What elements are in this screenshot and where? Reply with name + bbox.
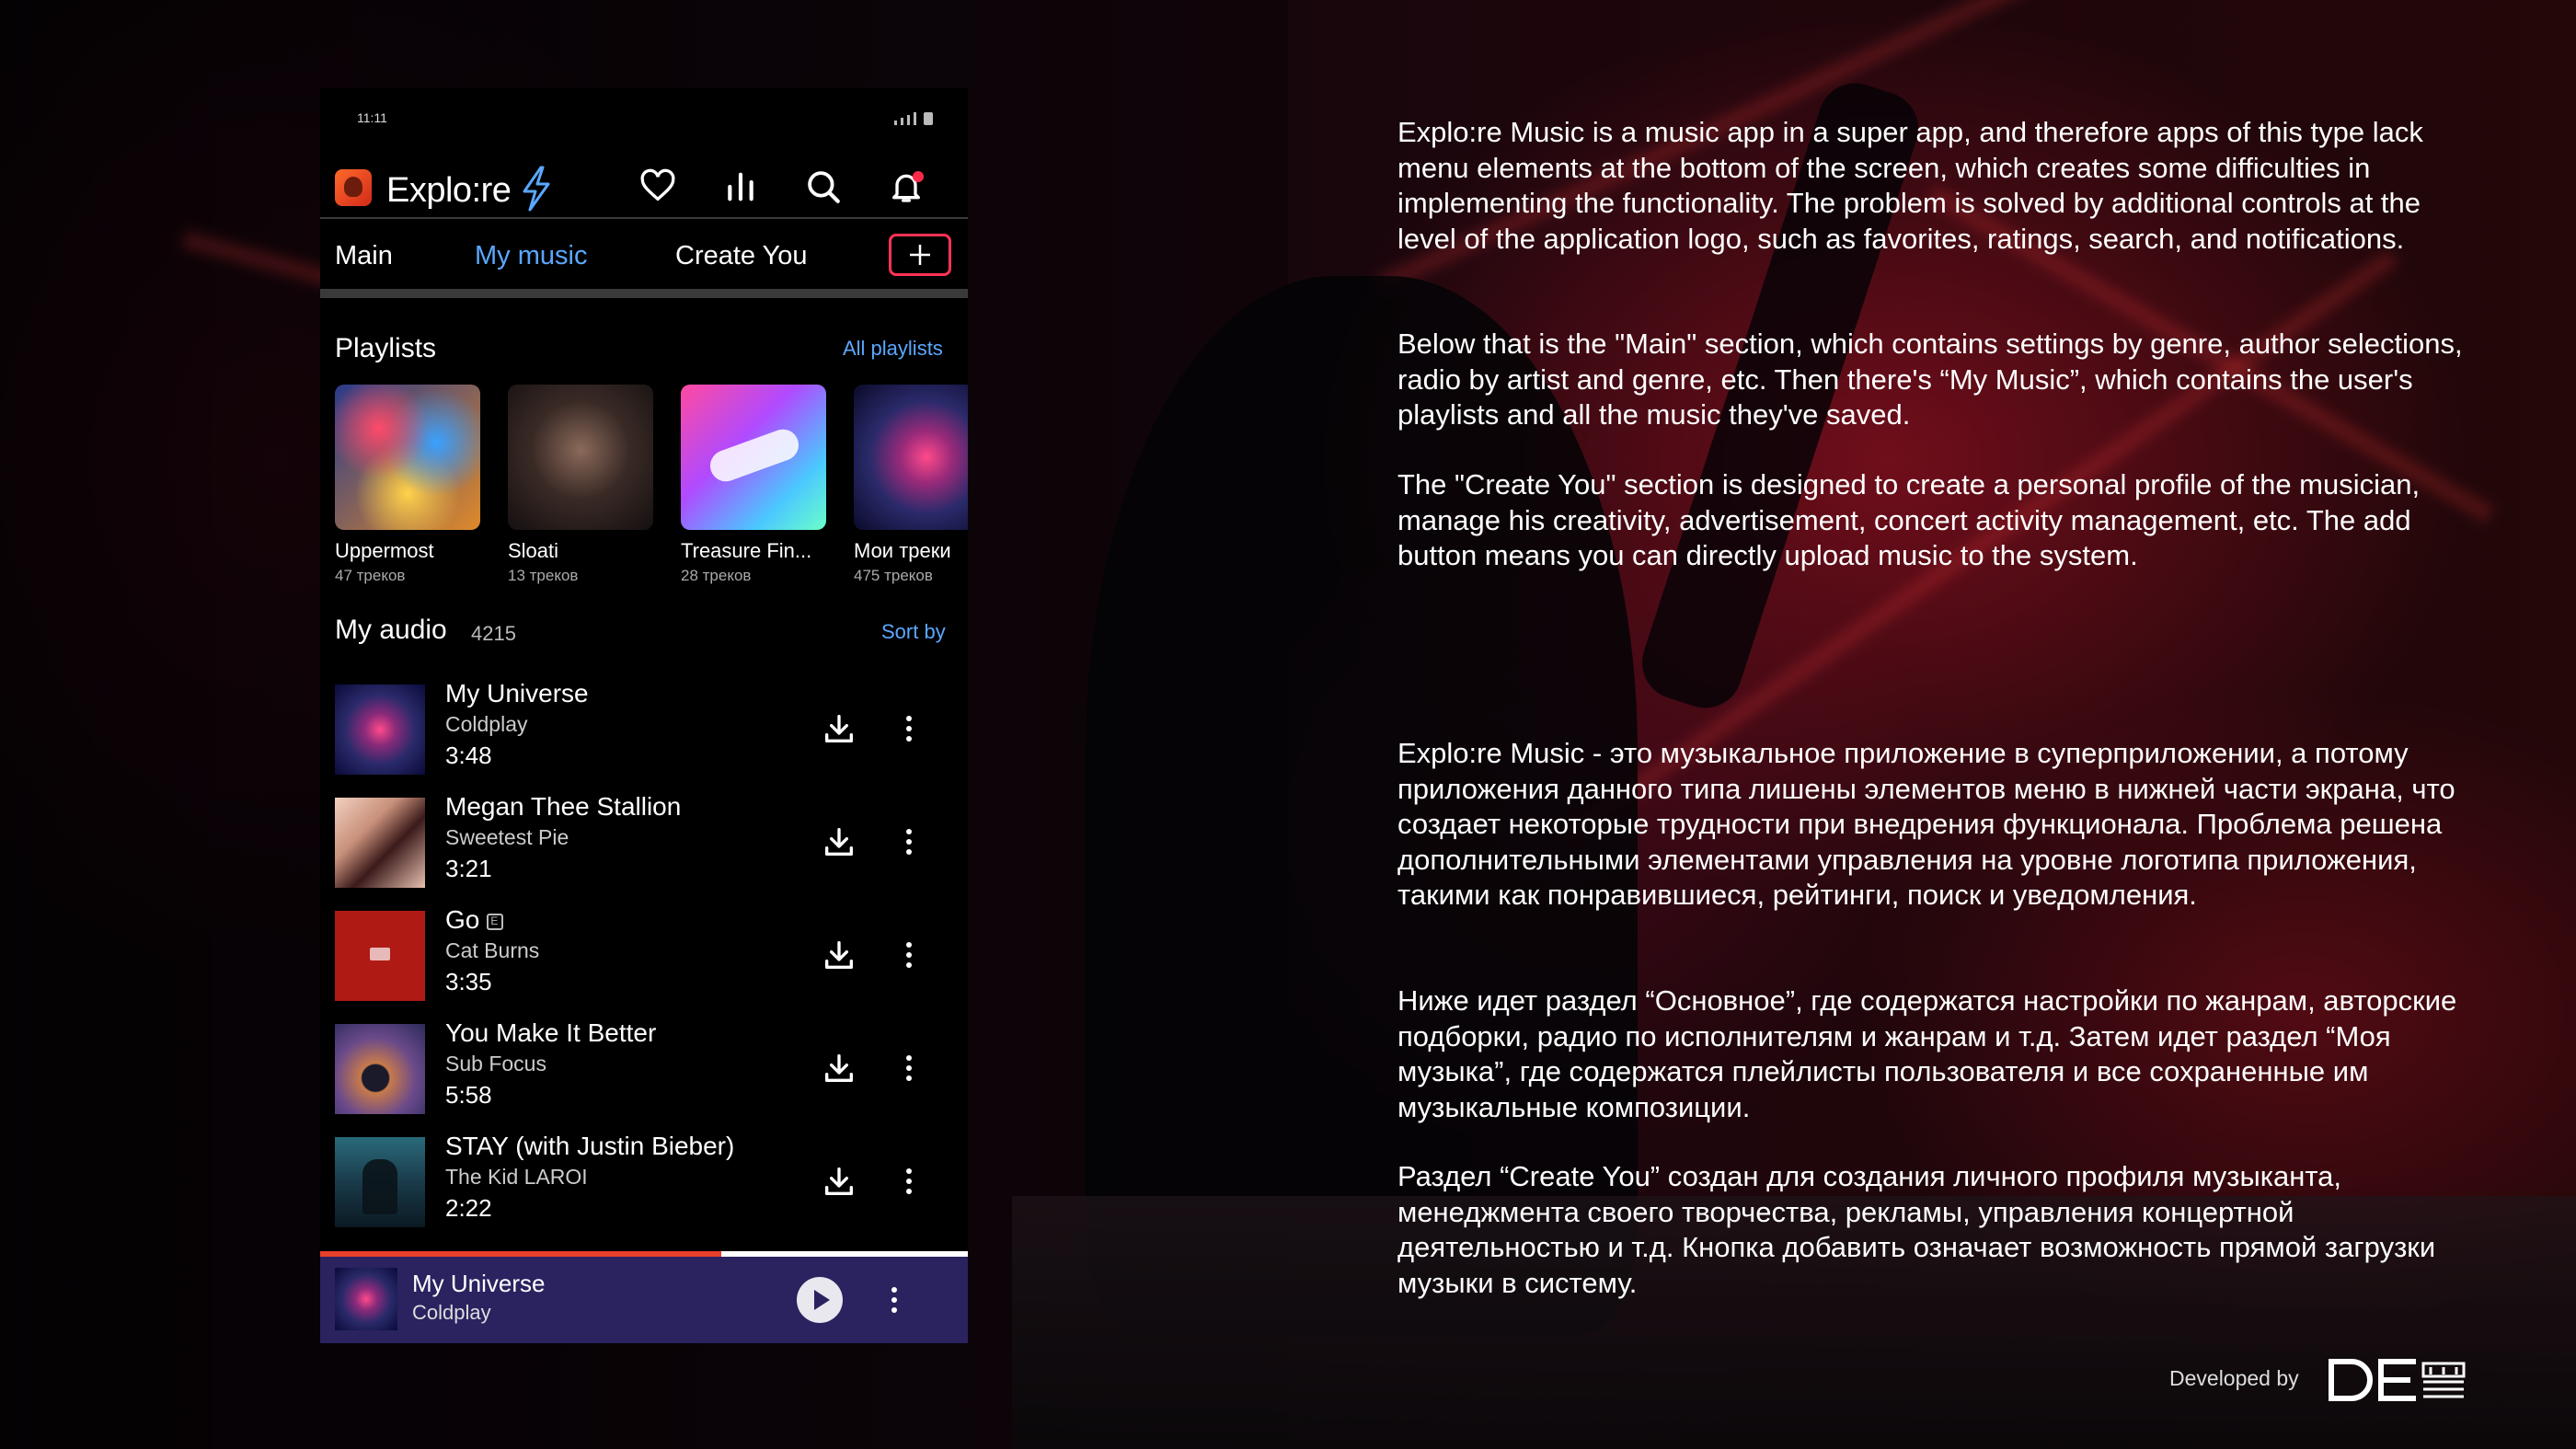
- playlist-name: Treasure Fin...: [681, 539, 812, 562]
- playlist-cover: [335, 385, 480, 530]
- chart-bars-icon[interactable]: [718, 164, 764, 210]
- track-duration: 2:22: [445, 1194, 492, 1222]
- track-artist: Sweetest Pie: [445, 825, 569, 849]
- player-title: My Universe: [412, 1270, 546, 1297]
- track-duration: 3:35: [445, 968, 492, 995]
- app-header: Explo:re: [320, 153, 968, 217]
- playlists-title: Playlists: [335, 333, 437, 363]
- sort-by-button[interactable]: Sort by: [881, 620, 946, 644]
- playlist-cover: [508, 385, 653, 530]
- download-icon[interactable]: [821, 937, 857, 973]
- plus-icon: [910, 245, 930, 265]
- description-ru-1: Explo:re Music - это музыкальное приложе…: [1397, 737, 2455, 911]
- track-artist: Cat Burns: [445, 938, 540, 962]
- dem-logo: [2329, 1359, 2466, 1401]
- playlist-cover: [681, 385, 826, 530]
- more-options-icon[interactable]: [876, 1282, 913, 1318]
- playlist-card[interactable]: Мои треки 475 треков: [854, 385, 968, 585]
- more-options-icon[interactable]: [891, 710, 927, 747]
- bolt-icon: [523, 166, 550, 212]
- search-icon[interactable]: [800, 164, 846, 210]
- heart-icon[interactable]: [635, 164, 681, 210]
- playlist-name: Мои треки: [854, 539, 951, 562]
- add-button[interactable]: [889, 234, 951, 276]
- status-bar: 11:11: [320, 88, 968, 144]
- developed-by-label: Developed by: [2169, 1366, 2299, 1390]
- description-ru-3: Раздел “Create You” создан для создания …: [1397, 1160, 2436, 1299]
- playlist-card[interactable]: Uppermost 47 треков: [335, 385, 480, 585]
- download-icon[interactable]: [821, 823, 857, 860]
- tab-main[interactable]: Main: [335, 241, 393, 271]
- mini-player[interactable]: My Universe Coldplay: [320, 1257, 968, 1343]
- track-artist: Sub Focus: [445, 1052, 546, 1075]
- signal-battery-icon: [894, 112, 933, 125]
- notification-dot: [913, 171, 924, 182]
- more-options-icon[interactable]: [891, 1163, 927, 1200]
- track-duration: 3:21: [445, 855, 492, 882]
- playlist-cover: [854, 385, 968, 530]
- status-time: 11:11: [357, 110, 387, 125]
- tab-bar: Main My music Create You: [320, 217, 968, 294]
- tab-my-music[interactable]: My music: [475, 241, 587, 271]
- description-ru-2: Ниже идет раздел “Основное”, где содержа…: [1397, 984, 2457, 1123]
- track-title: You Make It Better: [445, 1018, 657, 1047]
- track-cover: [335, 911, 425, 1001]
- track-row[interactable]: Go Cat Burns 3:35: [335, 903, 953, 1005]
- player-cover: [335, 1268, 397, 1330]
- track-title: My Universe: [445, 679, 589, 707]
- app-logo: [335, 169, 372, 206]
- playlist-card[interactable]: Treasure Fin... 28 треков: [681, 385, 826, 585]
- tab-create-you[interactable]: Create You: [675, 241, 808, 271]
- track-artist: The Kid LAROI: [445, 1165, 588, 1189]
- all-playlists-link[interactable]: All playlists: [843, 337, 943, 361]
- my-audio-title: My audio: [335, 615, 447, 645]
- track-row[interactable]: My Universe Coldplay 3:48: [335, 677, 953, 778]
- explicit-icon: [487, 913, 504, 930]
- track-artist: Coldplay: [445, 712, 528, 736]
- playlist-name: Uppermost: [335, 539, 434, 562]
- track-cover: [335, 798, 425, 888]
- download-icon[interactable]: [821, 1050, 857, 1087]
- track-title: Megan Thee Stallion: [445, 792, 682, 821]
- play-button[interactable]: [797, 1277, 843, 1323]
- download-icon[interactable]: [821, 710, 857, 747]
- more-options-icon[interactable]: [891, 1050, 927, 1087]
- player-artist: Coldplay: [412, 1301, 491, 1324]
- audio-count: 4215: [471, 622, 516, 645]
- description-en-1: Explo:re Music is a music app in a super…: [1397, 116, 2423, 255]
- playlist-name: Sloati: [508, 539, 559, 562]
- track-row[interactable]: You Make It Better Sub Focus 5:58: [335, 1017, 953, 1118]
- bell-icon[interactable]: [883, 164, 929, 210]
- track-row[interactable]: Megan Thee Stallion Sweetest Pie 3:21: [335, 790, 953, 891]
- playlist-count: 28 треков: [681, 567, 752, 584]
- tabs-divider: [320, 289, 968, 298]
- track-title: Go: [445, 905, 504, 935]
- description-en-3: The "Create You" section is designed to …: [1397, 468, 2421, 571]
- track-cover: [335, 684, 425, 775]
- track-cover: [335, 1024, 425, 1114]
- track-cover: [335, 1137, 425, 1227]
- track-row[interactable]: STAY (with Justin Bieber) The Kid LAROI …: [335, 1130, 953, 1231]
- track-title: STAY (with Justin Bieber): [445, 1132, 735, 1160]
- description-en-2: Below that is the "Main" section, which …: [1397, 328, 2463, 431]
- track-duration: 5:58: [445, 1081, 492, 1109]
- playlist-card[interactable]: Sloati 13 треков: [508, 385, 653, 585]
- playlist-count: 47 треков: [335, 567, 406, 584]
- playlist-count: 475 треков: [854, 567, 933, 584]
- more-options-icon[interactable]: [891, 823, 927, 860]
- track-duration: 3:48: [445, 742, 492, 769]
- download-icon[interactable]: [821, 1163, 857, 1200]
- brand-name: Explo:re: [386, 171, 512, 210]
- playlist-count: 13 треков: [508, 567, 579, 584]
- phone-screen: 11:11 Explo:re Main My music Create You: [320, 88, 968, 1343]
- more-options-icon[interactable]: [891, 937, 927, 973]
